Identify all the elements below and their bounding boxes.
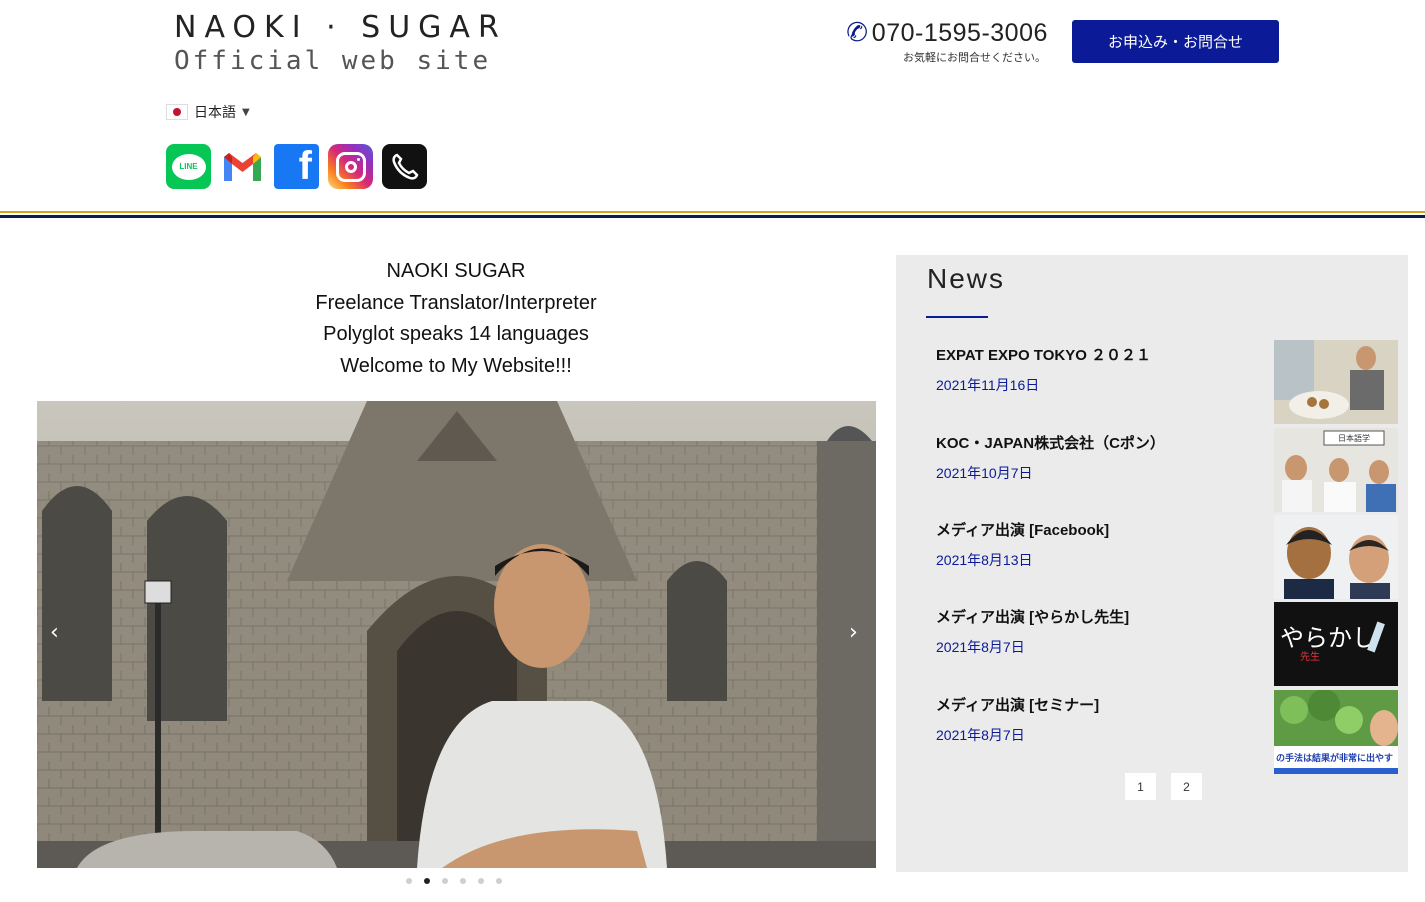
camera-glyph: [335, 151, 366, 182]
news-item[interactable]: KOC・JAPAN株式会社（Cポン） 2021年10月7日 日本語学: [936, 428, 1398, 512]
contact-button[interactable]: お申込み・お問合せ: [1072, 20, 1279, 63]
slider-dot[interactable]: [460, 878, 466, 884]
news-item-date: 2021年8月7日: [936, 639, 1025, 655]
line-label: LINE: [171, 153, 206, 180]
header-divider-navy: [0, 215, 1425, 218]
news-item-title: KOC・JAPAN株式会社（Cポン）: [936, 435, 1165, 452]
phone-note: お気軽にお問合せください。: [903, 51, 1046, 64]
intro-name: NAOKI SUGAR: [386, 260, 526, 282]
news-item[interactable]: メディア出演 [Facebook] 2021年8月13日: [936, 515, 1398, 599]
news-title: News: [927, 263, 1006, 294]
news-item-date: 2021年8月7日: [936, 727, 1025, 743]
news-item-date: 2021年11月16日: [936, 377, 1040, 393]
slider-dot[interactable]: [406, 878, 412, 884]
phone-number: 070-1595-3006: [871, 18, 1048, 47]
social-links: LINE f: [166, 144, 427, 189]
thumb-title: やらかし: [1280, 624, 1376, 652]
news-title-underline: [926, 316, 988, 318]
slide-photo: [37, 401, 876, 868]
language-selector[interactable]: 日本語 ▼: [166, 102, 250, 122]
news-thumbnail: 日本語学: [1274, 428, 1398, 512]
site-logo[interactable]: NAOKI · SUGAR Official web site: [174, 10, 507, 76]
slider-dot[interactable]: [496, 878, 502, 884]
caret-down-icon: ▼: [242, 106, 250, 118]
japan-flag-icon: [166, 104, 188, 120]
news-item[interactable]: EXPAT EXPO TOKYO ２０２１ 2021年11月16日: [936, 340, 1398, 424]
news-item-title: EXPAT EXPO TOKYO ２０２１: [936, 347, 1152, 364]
slider-prev-arrow[interactable]: ‹: [50, 620, 59, 645]
slider-dot[interactable]: [478, 878, 484, 884]
news-pagination: 1 2: [1125, 773, 1202, 800]
thumb-subtitle: 先生: [1300, 650, 1320, 663]
facebook-icon[interactable]: f: [274, 144, 319, 189]
intro-text: NAOKI SUGAR Freelance Translator/Interpr…: [36, 256, 876, 382]
slider-dots: [406, 878, 502, 884]
news-item-title: メディア出演 [セミナー]: [936, 697, 1100, 714]
news-thumbnail: [1274, 340, 1398, 424]
news-thumbnail: の手法は結果が非常に出やす: [1274, 690, 1398, 774]
logo-subtitle: Official web site: [174, 46, 492, 76]
gmail-icon[interactable]: [220, 144, 265, 189]
phone-contact[interactable]: ✆ 070-1595-3006 お気軽にお問合せください。: [843, 16, 1048, 65]
news-thumbnail: やらかし 先生: [1274, 602, 1398, 686]
slider-next-arrow[interactable]: ›: [849, 620, 858, 645]
news-thumbnail: [1274, 515, 1398, 599]
thumb-caption: の手法は結果が非常に出やす: [1276, 752, 1393, 764]
intro-role: Freelance Translator/Interpreter: [315, 291, 597, 314]
sign-text: 日本語学: [1338, 433, 1370, 443]
handset-glyph: [391, 153, 418, 180]
page-1-button[interactable]: 1: [1125, 773, 1156, 800]
news-item[interactable]: メディア出演 [セミナー] 2021年8月7日 の手法は結果が非常に出やす: [936, 690, 1398, 774]
header-divider-gold: [0, 211, 1425, 213]
phone-handset-icon: ✆: [843, 16, 871, 50]
facebook-letter: f: [298, 144, 312, 188]
news-item-title: メディア出演 [Facebook]: [936, 522, 1110, 539]
line-icon[interactable]: LINE: [166, 144, 211, 189]
intro-welcome: Welcome to My Website!!!: [340, 354, 572, 377]
logo-title: NAOKI · SUGAR: [174, 10, 507, 45]
instagram-icon[interactable]: [328, 144, 373, 189]
intro-languages: Polyglot speaks 14 languages: [323, 323, 589, 345]
news-item-date: 2021年8月13日: [936, 552, 1033, 568]
slider-dot[interactable]: [442, 878, 448, 884]
news-panel: News EXPAT EXPO TOKYO ２０２１ 2021年11月16日 K…: [896, 255, 1408, 872]
news-item[interactable]: メディア出演 [やらかし先生] 2021年8月7日 やらかし 先生: [936, 602, 1398, 686]
language-label: 日本語: [194, 105, 236, 121]
news-item-title: メディア出演 [やらかし先生]: [936, 609, 1130, 626]
news-item-date: 2021年10月7日: [936, 465, 1033, 481]
hero-slider[interactable]: [37, 401, 876, 868]
slider-dot[interactable]: [424, 878, 430, 884]
page-2-button[interactable]: 2: [1171, 773, 1202, 800]
phone-icon[interactable]: [382, 144, 427, 189]
